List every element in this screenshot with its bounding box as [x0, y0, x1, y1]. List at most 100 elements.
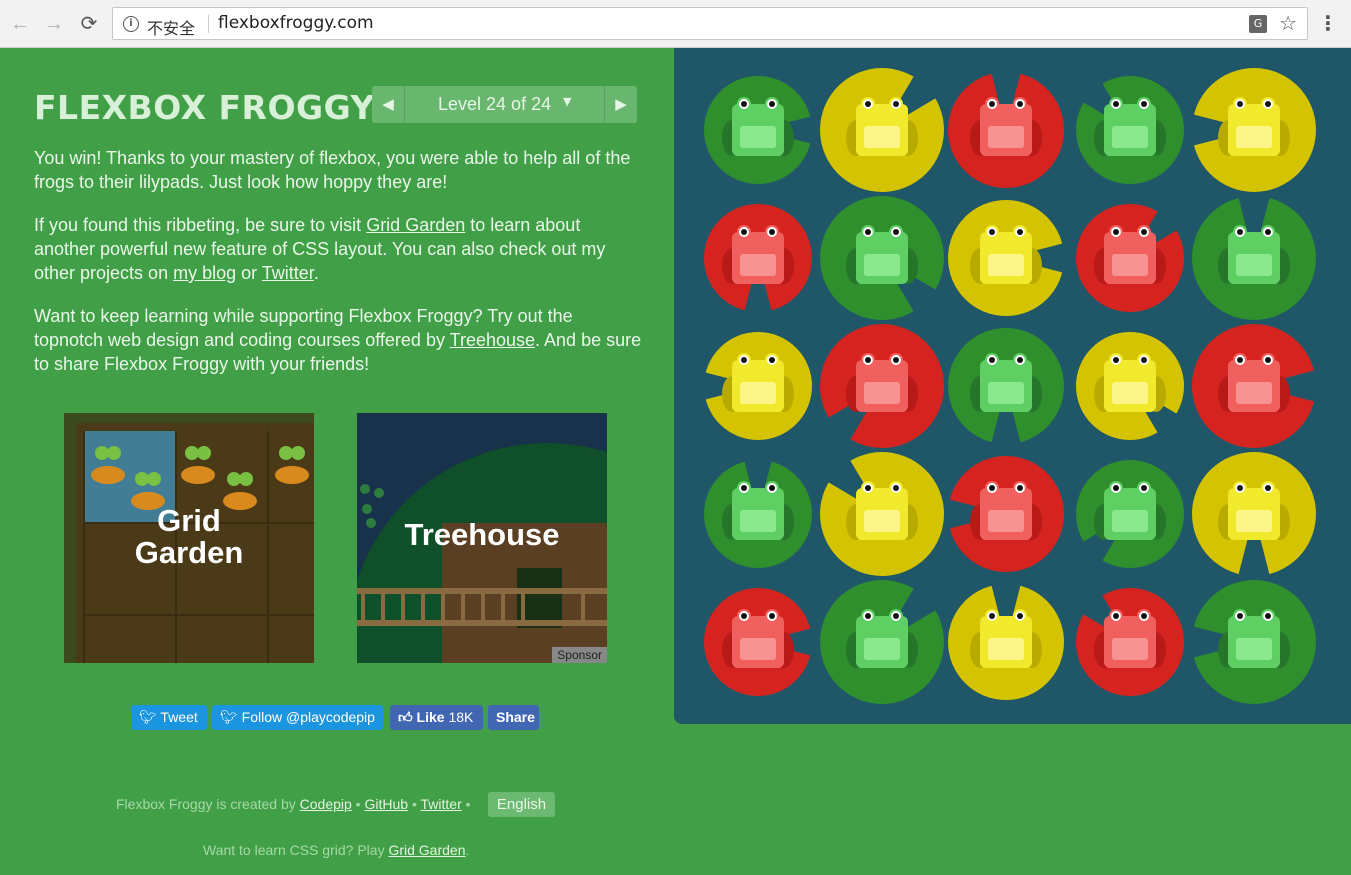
translate-icon[interactable]: G [1249, 15, 1267, 33]
frog-pupil [989, 229, 995, 235]
frog-pupil [865, 485, 871, 491]
frog-belly [1236, 382, 1272, 404]
facebook-share-button[interactable]: Share [488, 705, 539, 730]
separator: • [408, 796, 421, 812]
text: Flexbox Froggy is created by [116, 796, 300, 812]
language-select[interactable]: English [488, 792, 555, 817]
facebook-like-button[interactable]: 👍︎ Like 18K [390, 705, 483, 730]
frog-belly [740, 382, 776, 404]
frog-pupil [1113, 101, 1119, 107]
chevron-down-icon[interactable]: ▼ [563, 95, 571, 108]
frog-pupil [1265, 485, 1271, 491]
text: If you found this ribbeting, be sure to … [34, 215, 367, 235]
frog-pupil [989, 101, 995, 107]
frog-pupil [741, 357, 747, 363]
tweet-button[interactable]: 🐦︎ Tweet [131, 705, 207, 730]
frog-on-lilypad [820, 580, 944, 704]
frog-belly [864, 382, 900, 404]
grid-garden-link[interactable]: Grid Garden [366, 215, 465, 235]
frog-pupil [769, 613, 775, 619]
thumbs-up-icon: 👍︎ [398, 709, 413, 725]
frog-pupil [865, 229, 871, 235]
frog-on-lilypad [1076, 460, 1184, 568]
previous-level-button[interactable]: ◀ [372, 86, 405, 123]
menu-icon[interactable]: ⋮ [1318, 11, 1338, 35]
frog-on-lilypad [948, 200, 1067, 316]
frog-on-lilypad [820, 196, 944, 320]
text: or [236, 263, 262, 283]
frog-on-lilypad [701, 332, 812, 440]
frog-on-lilypad [945, 456, 1064, 572]
frog-pupil [893, 101, 899, 107]
twitter-link[interactable]: Twitter [262, 263, 314, 283]
follow-label: Follow @playcodepip [241, 709, 375, 725]
frog-pupil [989, 485, 995, 491]
grid-garden-title[interactable]: Grid Garden [64, 505, 314, 569]
frog-belly [988, 126, 1024, 148]
frog-pupil [1237, 101, 1243, 107]
frog-pupil [1265, 101, 1271, 107]
frog-belly [1112, 510, 1148, 532]
frog-on-lilypad [948, 69, 1064, 188]
frog-pupil [1017, 101, 1023, 107]
frog-pupil [769, 485, 775, 491]
text: . [313, 263, 319, 283]
frog-pupil [893, 485, 899, 491]
divider [208, 15, 209, 33]
frog-belly [1112, 638, 1148, 660]
treehouse-title[interactable]: Treehouse [357, 519, 607, 551]
title-line: Garden [134, 535, 244, 570]
frog-belly [864, 510, 900, 532]
url-text[interactable]: flexboxfroggy.com [218, 13, 374, 33]
back-icon[interactable]: ← [8, 12, 32, 36]
frog-belly [1236, 254, 1272, 276]
frog-pupil [1141, 357, 1147, 363]
frog-belly [864, 126, 900, 148]
frog-on-lilypad [1076, 76, 1184, 184]
frog-on-lilypad [704, 204, 812, 315]
address-bar[interactable]: i 不安全 flexboxfroggy.com G ☆ [112, 7, 1308, 40]
follow-button[interactable]: 🐦︎ Follow @playcodepip [212, 705, 383, 730]
frog-pupil [1141, 101, 1147, 107]
frog-on-lilypad [820, 68, 944, 192]
frog-pupil [741, 613, 747, 619]
grid-garden-promo[interactable]: Grid Garden [64, 413, 314, 663]
frog-pupil [1113, 357, 1119, 363]
frog-pupil [769, 357, 775, 363]
treehouse-promo[interactable]: Treehouse Sponsor [357, 413, 607, 663]
treehouse-link[interactable]: Treehouse [450, 330, 535, 350]
security-label[interactable]: 不安全 [147, 15, 195, 39]
footer-twitter-link[interactable]: Twitter [421, 796, 462, 812]
github-link[interactable]: GitHub [364, 796, 408, 812]
star-icon[interactable]: ☆ [1279, 11, 1297, 35]
frog-belly [1112, 126, 1148, 148]
grid-garden-paragraph: If you found this ribbeting, be sure to … [34, 213, 644, 285]
credits-footer: Flexbox Froggy is created by Codepip • G… [116, 796, 471, 812]
frog-pupil [1017, 357, 1023, 363]
frog-pupil [741, 101, 747, 107]
frog-belly [1112, 254, 1148, 276]
frog-on-lilypad [948, 328, 1064, 447]
frog-on-lilypad [1192, 324, 1318, 448]
info-icon[interactable]: i [123, 16, 139, 32]
frog-pupil [1141, 229, 1147, 235]
level-indicator[interactable]: Level 24 of 24 [438, 94, 551, 115]
frog-belly [1236, 638, 1272, 660]
separator: • [351, 796, 365, 812]
footer-grid-garden-link[interactable]: Grid Garden [388, 842, 465, 858]
win-message: You win! Thanks to your mastery of flexb… [34, 148, 631, 192]
codepip-link[interactable]: Codepip [300, 796, 352, 812]
next-level-button[interactable]: ▶ [604, 86, 637, 123]
frog-pupil [1265, 357, 1271, 363]
frog-pupil [1017, 485, 1023, 491]
forward-icon[interactable]: → [42, 12, 66, 36]
frog-on-lilypad [1076, 332, 1184, 440]
frog-on-lilypad [704, 588, 815, 696]
level-selector[interactable]: ◀ Level 24 of 24 ▼ ▶ [372, 86, 637, 123]
blog-link[interactable]: my blog [173, 263, 236, 283]
reload-icon[interactable]: ⟳ [77, 12, 101, 36]
frog-belly [740, 254, 776, 276]
logo[interactable]: FLEXBOX FROGGY [34, 88, 375, 127]
frog-pupil [741, 485, 747, 491]
frog-belly [988, 638, 1024, 660]
